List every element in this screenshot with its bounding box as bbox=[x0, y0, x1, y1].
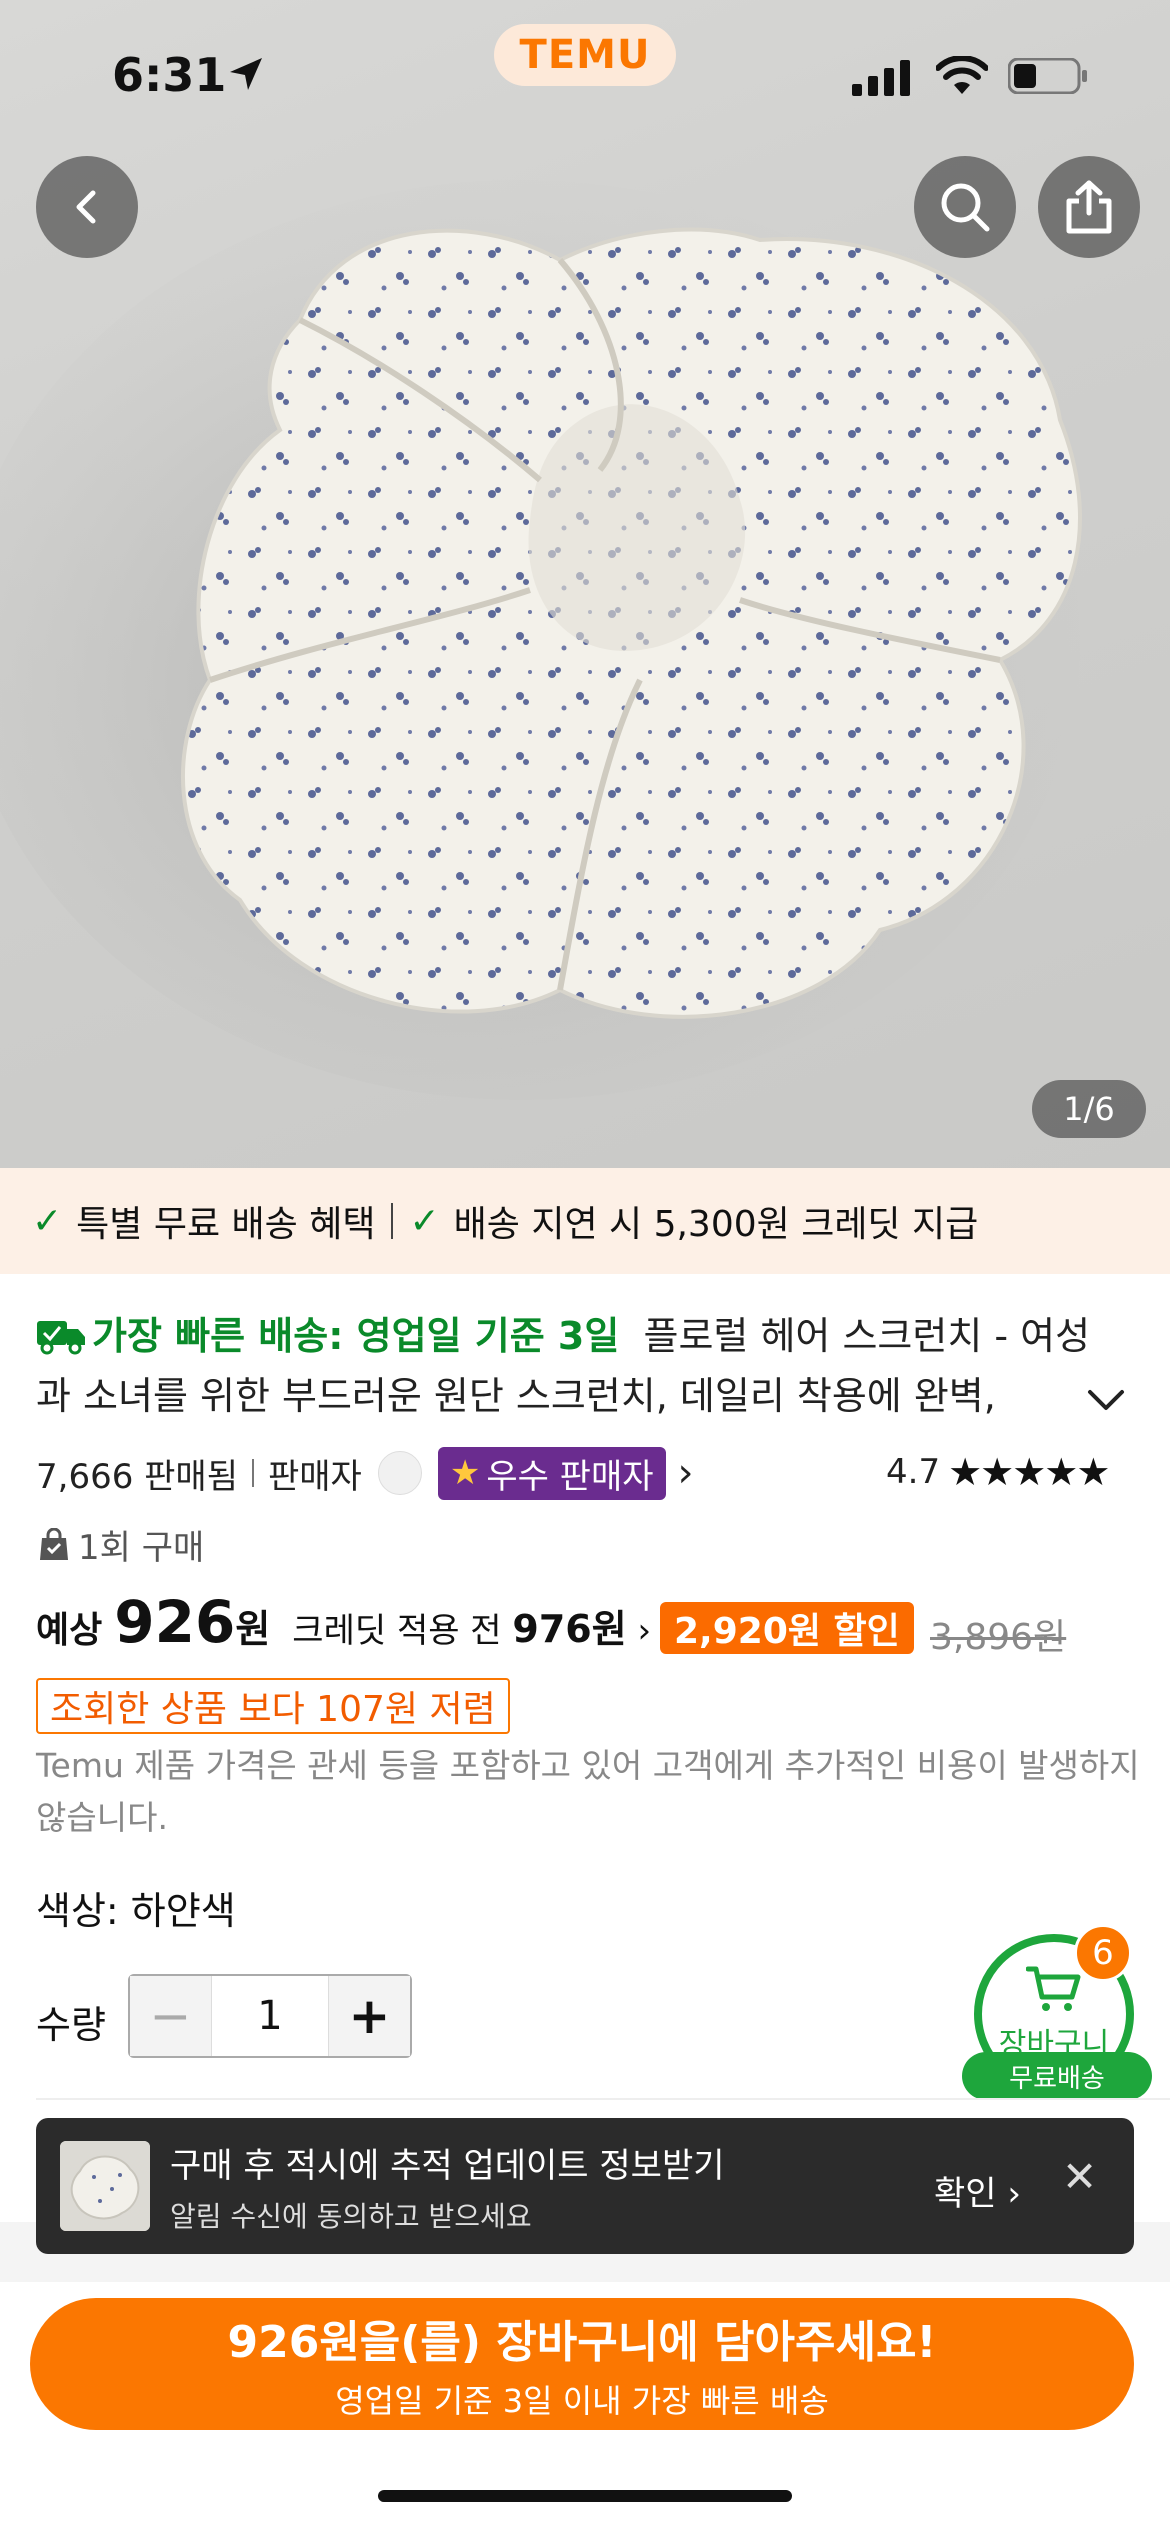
price-prefix: 예상 bbox=[36, 1610, 103, 1651]
benefit-free-shipping: 특별 무료 배송 혜택 bbox=[76, 1204, 376, 1245]
divider bbox=[391, 1203, 394, 1239]
toast-confirm-label: 확인 bbox=[934, 2174, 997, 2214]
add-to-cart-button[interactable]: 926원을(를) 장바구니에 담아주세요! 영업일 기준 3일 이내 가장 빠른… bbox=[30, 2298, 1134, 2430]
title-line-1: 플로럴 헤어 스크런치 - 여성 bbox=[643, 1314, 1091, 1358]
quantity-label: 수량 bbox=[36, 2003, 106, 2047]
star-icon: ★ bbox=[449, 1453, 481, 1493]
share-button[interactable] bbox=[1038, 156, 1140, 258]
color-option[interactable]: 색상: 하얀색 bbox=[36, 1880, 236, 1935]
rating-stars-icon: ★★★★★ bbox=[948, 1450, 1110, 1494]
cellular-signal-icon bbox=[852, 60, 910, 96]
floating-cart-button[interactable]: 장바구니 6 무료배송 bbox=[962, 1924, 1152, 2102]
divider bbox=[251, 1459, 254, 1487]
temu-logo: TEMU bbox=[494, 24, 676, 86]
cart-count-badge: 6 bbox=[1074, 1924, 1132, 1982]
back-button[interactable] bbox=[36, 156, 138, 258]
purchase-count-row: 1회 구매 bbox=[38, 1520, 204, 1569]
price-row: 예상 926 원 크레딧 적용 전 976원 › bbox=[36, 1588, 651, 1668]
fast-delivery-label: 가장 빠른 배송: 영업일 기준 3일 bbox=[92, 1314, 620, 1358]
toast-product-thumbnail bbox=[60, 2141, 150, 2231]
close-icon[interactable]: ✕ bbox=[1062, 2152, 1097, 2201]
truck-icon bbox=[37, 1321, 85, 1355]
benefits-bar[interactable]: ✓ 특별 무료 배송 혜택 ✓ 배송 지연 시 5,300원 크레딧 지급 bbox=[0, 1168, 1170, 1274]
price-before-credit[interactable]: 크레딧 적용 전 976원 › bbox=[292, 1598, 651, 1653]
toast-subtitle: 알림 수신에 동의하고 받으세요 bbox=[170, 2199, 532, 2233]
wifi-icon bbox=[936, 56, 988, 94]
quantity-stepper: − 1 + bbox=[128, 1974, 412, 2058]
toast-title: 구매 후 적시에 추적 업데이트 정보받기 bbox=[170, 2145, 725, 2186]
cart-icon bbox=[1026, 1966, 1081, 2011]
chevron-right-icon: › bbox=[677, 1450, 694, 1496]
seller-label: 판매자 bbox=[267, 1456, 362, 1497]
divider bbox=[36, 2098, 1170, 2100]
price-currency: 원 bbox=[235, 1607, 271, 1651]
home-indicator[interactable] bbox=[378, 2490, 792, 2502]
title-line-2: 과 소녀를 위한 부드러운 원단 스크런치, 데일리 착용에 완벽, bbox=[36, 1374, 996, 1418]
seller-badge-text: 우수 판매자 bbox=[486, 1456, 654, 1497]
increase-button[interactable]: + bbox=[328, 1976, 410, 2056]
decrease-button[interactable]: − bbox=[130, 1976, 212, 2056]
sold-count: 7,666 판매됨 bbox=[36, 1456, 238, 1497]
purchase-count: 1회 구매 bbox=[78, 1528, 205, 1568]
search-icon bbox=[941, 183, 990, 232]
product-image[interactable]: 6:31 TEMU 1/6 bbox=[0, 0, 1170, 1168]
search-button[interactable] bbox=[914, 156, 1016, 258]
chevron-down-icon[interactable] bbox=[1086, 1386, 1126, 1414]
location-arrow-icon bbox=[230, 58, 262, 90]
price-amount: 926 bbox=[114, 1588, 236, 1656]
check-icon: ✓ bbox=[409, 1200, 440, 1242]
before-credit-amount: 976원 bbox=[512, 1607, 627, 1651]
chevron-left-icon bbox=[76, 190, 96, 224]
cheaper-note: 조회한 상품 보다 107원 저렴 bbox=[36, 1678, 510, 1734]
original-price: 3,896원 bbox=[930, 1617, 1067, 1658]
status-bar: 6:31 TEMU bbox=[0, 0, 1170, 150]
seller-avatar[interactable] bbox=[377, 1451, 422, 1495]
before-credit-label: 크레딧 적용 전 bbox=[292, 1611, 502, 1651]
benefit-delay-credit: 배송 지연 시 5,300원 크레딧 지급 bbox=[453, 1204, 979, 1245]
rating[interactable]: 4.7 ★★★★★ bbox=[886, 1450, 1110, 1494]
discount-badge: 2,920원 할인 bbox=[660, 1602, 914, 1654]
share-icon bbox=[1066, 180, 1112, 234]
add-to-cart-label: 926원을(를) 장바구니에 담아주세요! bbox=[227, 2317, 937, 2368]
seller-badge[interactable]: ★ 우수 판매자 bbox=[437, 1446, 666, 1500]
rating-value: 4.7 bbox=[886, 1452, 941, 1492]
cart-free-shipping: 무료배송 bbox=[962, 2052, 1152, 2100]
brand-text: TEMU bbox=[519, 32, 651, 78]
toast-text: 구매 후 적시에 추적 업데이트 정보받기 알림 수신에 동의하고 받으세요 bbox=[170, 2138, 725, 2235]
toast-confirm-button[interactable]: 확인 › bbox=[934, 2166, 1021, 2215]
quantity-value[interactable]: 1 bbox=[212, 1976, 328, 2056]
gallery-page-indicator: 1/6 bbox=[1032, 1080, 1146, 1138]
notification-toast[interactable]: 구매 후 적시에 추적 업데이트 정보받기 알림 수신에 동의하고 받으세요 확… bbox=[36, 2118, 1134, 2254]
product-title[interactable]: 가장 빠른 배송: 영업일 기준 3일 플로럴 헤어 스크런치 - 여성 과 소… bbox=[36, 1306, 1126, 1426]
battery-icon bbox=[1008, 58, 1087, 94]
status-time: 6:31 bbox=[112, 48, 227, 102]
tax-note: Temu 제품 가격은 관세 등을 포함하고 있어 고객에게 추가적인 비용이 … bbox=[36, 1746, 1140, 1837]
add-to-cart-sublabel: 영업일 기준 3일 이내 가장 빠른 배송 bbox=[335, 2382, 829, 2420]
check-icon: ✓ bbox=[32, 1200, 63, 1242]
shopping-bag-icon bbox=[40, 1527, 68, 1560]
